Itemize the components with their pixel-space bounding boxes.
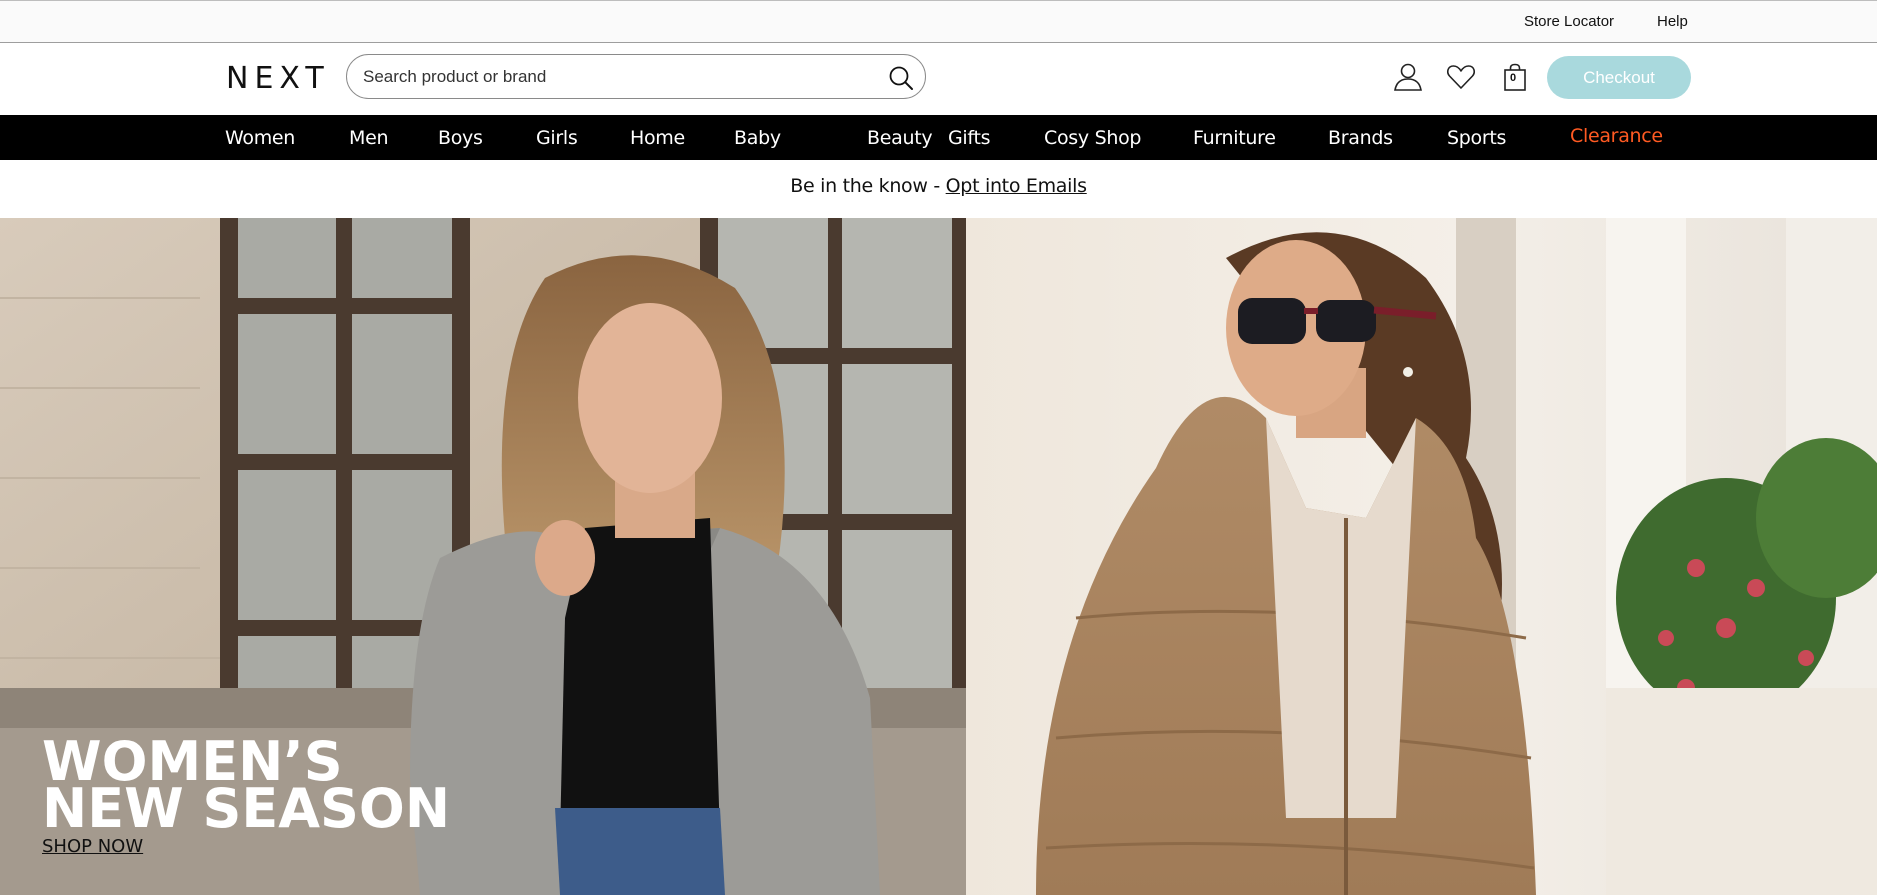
help-link[interactable]: Help — [1657, 13, 1688, 30]
opt-into-emails-link[interactable]: Opt into Emails — [946, 175, 1087, 197]
nav-item-brands[interactable]: Brands — [1328, 127, 1393, 149]
site-header: NEXT 0 Checkout — [0, 43, 1877, 115]
nav-item-clearance[interactable]: Clearance — [1570, 125, 1663, 147]
main-nav: Women Men Boys Girls Home Baby Beauty Gi… — [0, 115, 1877, 160]
nav-item-boys[interactable]: Boys — [438, 127, 483, 149]
nav-item-beauty[interactable]: Beauty — [867, 127, 933, 149]
nav-item-cosy-shop[interactable]: Cosy Shop — [1044, 127, 1141, 149]
nav-item-furniture[interactable]: Furniture — [1193, 127, 1276, 149]
nav-item-baby[interactable]: Baby — [734, 127, 781, 149]
hero-title-line2: NEW SEASON — [42, 777, 451, 840]
nav-item-men[interactable]: Men — [349, 127, 389, 149]
email-promo-banner: Be in the know - Opt into Emails — [0, 160, 1877, 218]
next-logo[interactable]: NEXT — [226, 61, 330, 96]
store-locator-link[interactable]: Store Locator — [1524, 13, 1614, 30]
account-icon[interactable] — [1392, 61, 1424, 93]
bag-count: 0 — [1509, 72, 1517, 84]
nav-item-gifts[interactable]: Gifts — [948, 127, 991, 149]
utility-bar: Store Locator Help — [0, 0, 1877, 43]
search-box — [346, 54, 926, 99]
nav-item-women[interactable]: Women — [225, 127, 295, 149]
hero-right-image — [966, 218, 1877, 895]
search-input[interactable] — [363, 65, 863, 89]
promo-text: Be in the know - — [790, 175, 946, 197]
search-icon[interactable] — [887, 64, 915, 92]
checkout-button[interactable]: Checkout — [1547, 56, 1691, 99]
nav-item-girls[interactable]: Girls — [536, 127, 578, 149]
nav-item-sports[interactable]: Sports — [1447, 127, 1506, 149]
heart-icon[interactable] — [1445, 61, 1477, 93]
shop-now-link[interactable]: SHOP NOW — [42, 836, 143, 857]
hero-title: WOMEN’S NEW SEASON — [42, 735, 451, 840]
hero-right-promo[interactable] — [966, 218, 1877, 895]
hero-womens-new-season[interactable]: WOMEN’S NEW SEASON SHOP NOW — [0, 218, 966, 895]
nav-item-home[interactable]: Home — [630, 127, 685, 149]
